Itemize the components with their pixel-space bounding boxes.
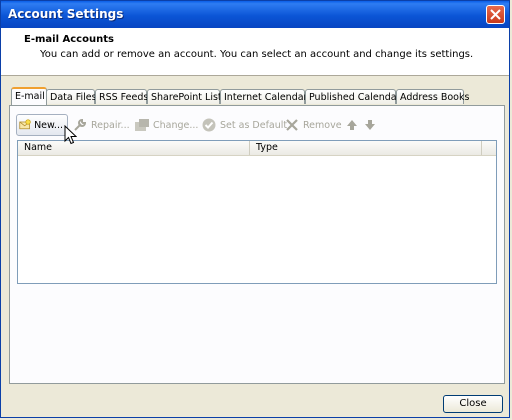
close-button[interactable]: Close [443, 395, 503, 413]
new-account-button[interactable]: New... [16, 114, 68, 136]
change-button[interactable]: Change... [134, 114, 198, 136]
email-tab-panel: New... Repair... Change... Set as Defaul… [9, 105, 505, 384]
mouse-pointer-icon [64, 125, 77, 145]
list-header: Name Type [18, 141, 496, 156]
set-as-default-label: Set as Default [220, 119, 288, 131]
move-down-button[interactable] [362, 114, 381, 136]
header-title: E-mail Accounts [24, 34, 114, 45]
checkmark-icon [202, 118, 216, 132]
remove-button-label: Remove [303, 119, 342, 131]
account-toolbar: New... Repair... Change... Set as Defaul… [16, 114, 496, 136]
accounts-list[interactable]: Name Type [17, 140, 497, 284]
close-icon [490, 9, 501, 20]
remove-x-icon [286, 119, 298, 131]
move-up-button[interactable] [344, 114, 363, 136]
window-close-button[interactable] [486, 5, 505, 24]
column-header-type[interactable]: Type [250, 141, 482, 155]
tab-sharepoint-lists[interactable]: SharePoint Lists [147, 89, 227, 104]
tab-published-calendars[interactable]: Published Calendars [305, 89, 405, 104]
header-panel: E-mail Accounts You can add or remove an… [1, 28, 509, 76]
repair-button-label: Repair... [91, 119, 130, 131]
repair-button[interactable]: Repair... [72, 114, 130, 136]
window-title: Account Settings [8, 7, 124, 21]
tab-rss-feeds[interactable]: RSS Feeds [95, 89, 148, 104]
new-account-icon [19, 119, 31, 130]
set-as-default-button[interactable]: Set as Default [201, 114, 287, 136]
account-settings-window: Account Settings E-mail Accounts You can… [0, 0, 510, 418]
tab-address-books[interactable]: Address Books [396, 89, 469, 104]
tab-data-files[interactable]: Data Files [46, 89, 97, 104]
change-button-label: Change... [153, 119, 199, 131]
header-description: You can add or remove an account. You ca… [40, 49, 474, 60]
column-header-name[interactable]: Name [18, 141, 250, 155]
change-icon [135, 119, 149, 131]
new-button-label: New... [34, 119, 63, 131]
remove-button[interactable]: Remove [284, 114, 342, 136]
tab-email[interactable]: E-mail [11, 87, 47, 105]
arrow-down-icon [365, 120, 375, 130]
tab-internet-calendars[interactable]: Internet Calendars [220, 89, 312, 104]
title-bar[interactable]: Account Settings [1, 1, 509, 28]
arrow-up-icon [347, 120, 357, 130]
